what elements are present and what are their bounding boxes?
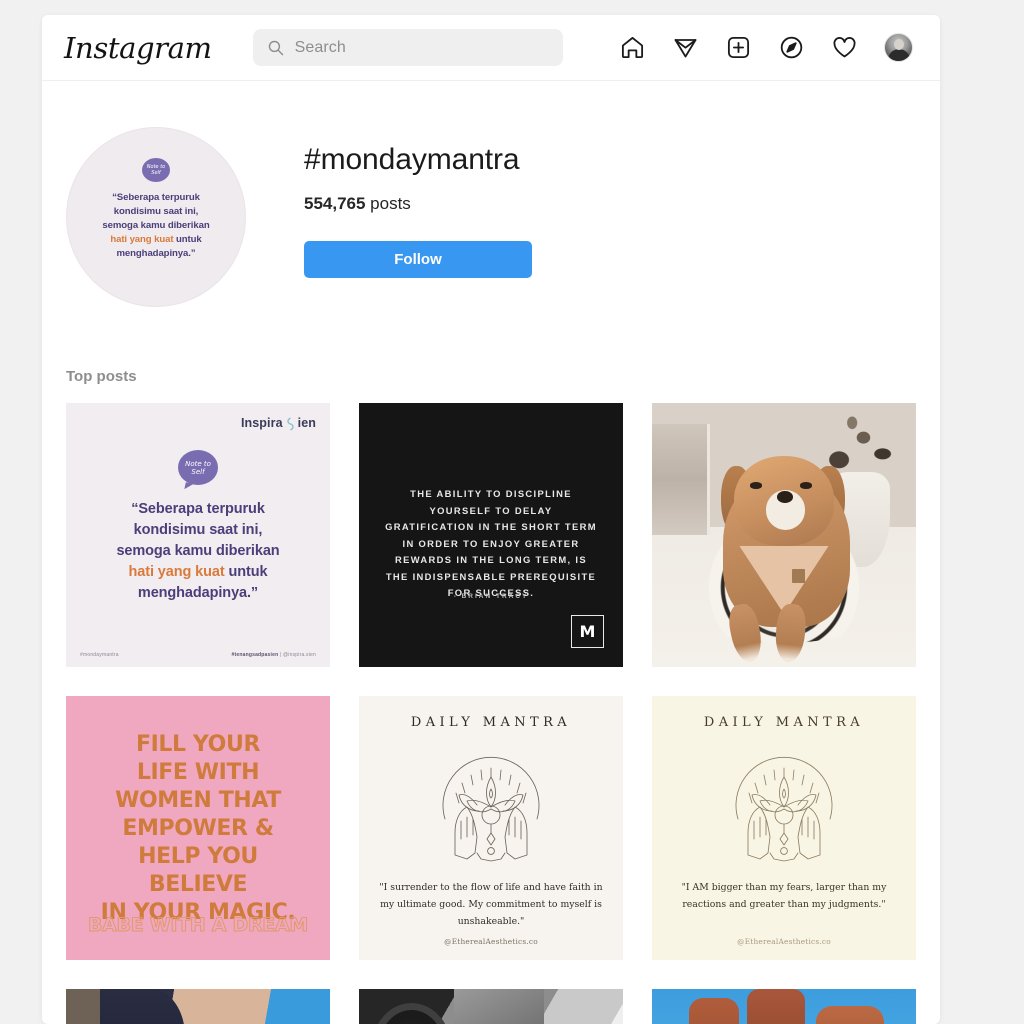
- search-icon: [267, 39, 284, 56]
- post-quote-text: "I surrender to the flow of life and hav…: [379, 882, 603, 927]
- footer-hashtag: #mondaymantra: [80, 652, 119, 658]
- m-logo-mark: M: [571, 615, 604, 648]
- swirl-icon: [284, 417, 297, 431]
- pink-line3: WOMEN THAT: [115, 788, 281, 813]
- quote-line5: menghadapinya.”: [137, 585, 259, 601]
- post-handle: @EtherealAesthetics.co: [737, 937, 831, 946]
- note-to-self-label: Note to Self: [185, 459, 211, 476]
- avatar-quote-line1: “Seberapa terpuruk: [112, 192, 200, 203]
- post-handle: @EtherealAesthetics.co: [444, 937, 538, 946]
- footer-credit: #tenangsadpasien | @inspira.sien: [231, 652, 316, 658]
- post-quote-text: “Seberapa terpuruk kondisimu saat ini, s…: [66, 499, 330, 604]
- note-to-self-label: Note to Self: [146, 164, 166, 176]
- follow-button[interactable]: Follow: [304, 241, 532, 278]
- inspira-sien-logo: Inspira ien: [240, 416, 316, 431]
- brand-name-part2: ien: [297, 416, 316, 430]
- instagram-window: Instagram Search Note to Self “Seberapa …: [42, 15, 940, 1024]
- post-tile[interactable]: [652, 403, 916, 667]
- daily-mantra-title: DAILY MANTRA: [703, 715, 865, 730]
- post-count: 554,765 posts: [304, 194, 532, 214]
- post-subtitle: BABE WITH A DREAM: [88, 914, 309, 937]
- avatar-quote-line3: semoga kamu diberikan: [102, 220, 210, 231]
- post-quote-text: THE ABILITY TO DISCIPLINE YOURSELF TO DE…: [385, 488, 597, 598]
- hashtag-info: #mondaymantra 554,765 posts Follow: [304, 127, 532, 278]
- post-tile[interactable]: DAILY MANTRA: [359, 696, 623, 960]
- note-to-self-bubble: Note to Self: [178, 450, 218, 485]
- post-tile[interactable]: [359, 989, 623, 1024]
- post-count-number: 554,765: [304, 194, 366, 213]
- quote-line3: semoga kamu diberikan: [116, 543, 280, 559]
- lotus-hands-icon: [710, 741, 858, 866]
- quote-attribution: - BRIAN TRACY: [453, 593, 529, 600]
- dog-photo: [652, 403, 916, 667]
- pink-line4: EMPOWER &: [122, 816, 274, 841]
- post-tile[interactable]: [66, 989, 330, 1024]
- quote-line4-rest: untuk: [224, 564, 268, 580]
- post-tile[interactable]: THE ABILITY TO DISCIPLINE YOURSELF TO DE…: [359, 403, 623, 667]
- avatar-quote-line4-hl: hati yang kuat: [110, 234, 174, 245]
- instagram-logo[interactable]: Instagram: [64, 31, 212, 65]
- quote-line1: “Seberapa terpuruk: [131, 501, 265, 517]
- note-to-self-bubble: Note to Self: [142, 158, 170, 182]
- top-navigation-bar: Instagram Search: [42, 15, 940, 81]
- quote-line4-highlight: hati yang kuat: [128, 564, 225, 580]
- search-input[interactable]: Search: [252, 29, 563, 66]
- activity-heart-icon[interactable]: [831, 34, 858, 61]
- brand-name-part1: Inspira: [240, 416, 283, 430]
- hashtag-header: Note to Self “Seberapa terpuruk kondisim…: [42, 81, 940, 307]
- search-placeholder: Search: [294, 38, 346, 56]
- new-post-icon[interactable]: [725, 34, 752, 61]
- avatar-quote-line4-rest: untuk: [173, 234, 202, 245]
- footer-credit-handle: @inspira.sien: [283, 652, 316, 658]
- pink-line1: FILL YOUR: [136, 732, 260, 757]
- pink-line2: LIFE WITH: [136, 760, 260, 785]
- post-tile[interactable]: Inspira ien Note to Self “Seberapa terpu…: [66, 403, 330, 667]
- top-posts-label: Top posts: [66, 368, 137, 385]
- hashtag-avatar-quote: “Seberapa terpuruk kondisimu saat ini, s…: [67, 191, 245, 261]
- daily-mantra-title: DAILY MANTRA: [410, 715, 572, 730]
- post-quote-text: "I AM bigger than my fears, larger than …: [681, 882, 887, 910]
- avatar-quote-line2: kondisimu saat ini,: [113, 206, 199, 217]
- nav-icon-group: [619, 33, 918, 62]
- lotus-hands-icon: [417, 741, 565, 866]
- hashtag-avatar[interactable]: Note to Self “Seberapa terpuruk kondisim…: [66, 127, 246, 307]
- post-tile[interactable]: [652, 989, 916, 1024]
- explore-icon[interactable]: [778, 34, 805, 61]
- pink-line6: BELIEVE: [148, 872, 248, 897]
- post-tile[interactable]: DAILY MANTRA: [652, 696, 916, 960]
- footer-credit-tag: #tenangsadpasien: [231, 652, 279, 658]
- page-root: Instagram Search Note to Self “Seberapa …: [0, 0, 1024, 1024]
- avatar-quote-line5: menghadapinya.”: [116, 248, 196, 259]
- post-count-suffix: posts: [365, 194, 411, 213]
- posts-grid: Inspira ien Note to Self “Seberapa terpu…: [66, 403, 916, 1024]
- post-quote-text: FILL YOUR LIFE WITH WOMEN THAT EMPOWER &…: [66, 731, 330, 927]
- quote-line2: kondisimu saat ini,: [133, 522, 263, 538]
- home-icon[interactable]: [619, 34, 646, 61]
- pink-line5: HELP YOU: [138, 844, 258, 869]
- post-footer: #mondaymantra #tenangsadpasien | @inspir…: [66, 652, 330, 658]
- post-tile[interactable]: FILL YOUR LIFE WITH WOMEN THAT EMPOWER &…: [66, 696, 330, 960]
- messenger-icon[interactable]: [672, 34, 699, 61]
- profile-avatar[interactable]: [884, 33, 913, 62]
- page-title: #mondaymantra: [304, 143, 520, 176]
